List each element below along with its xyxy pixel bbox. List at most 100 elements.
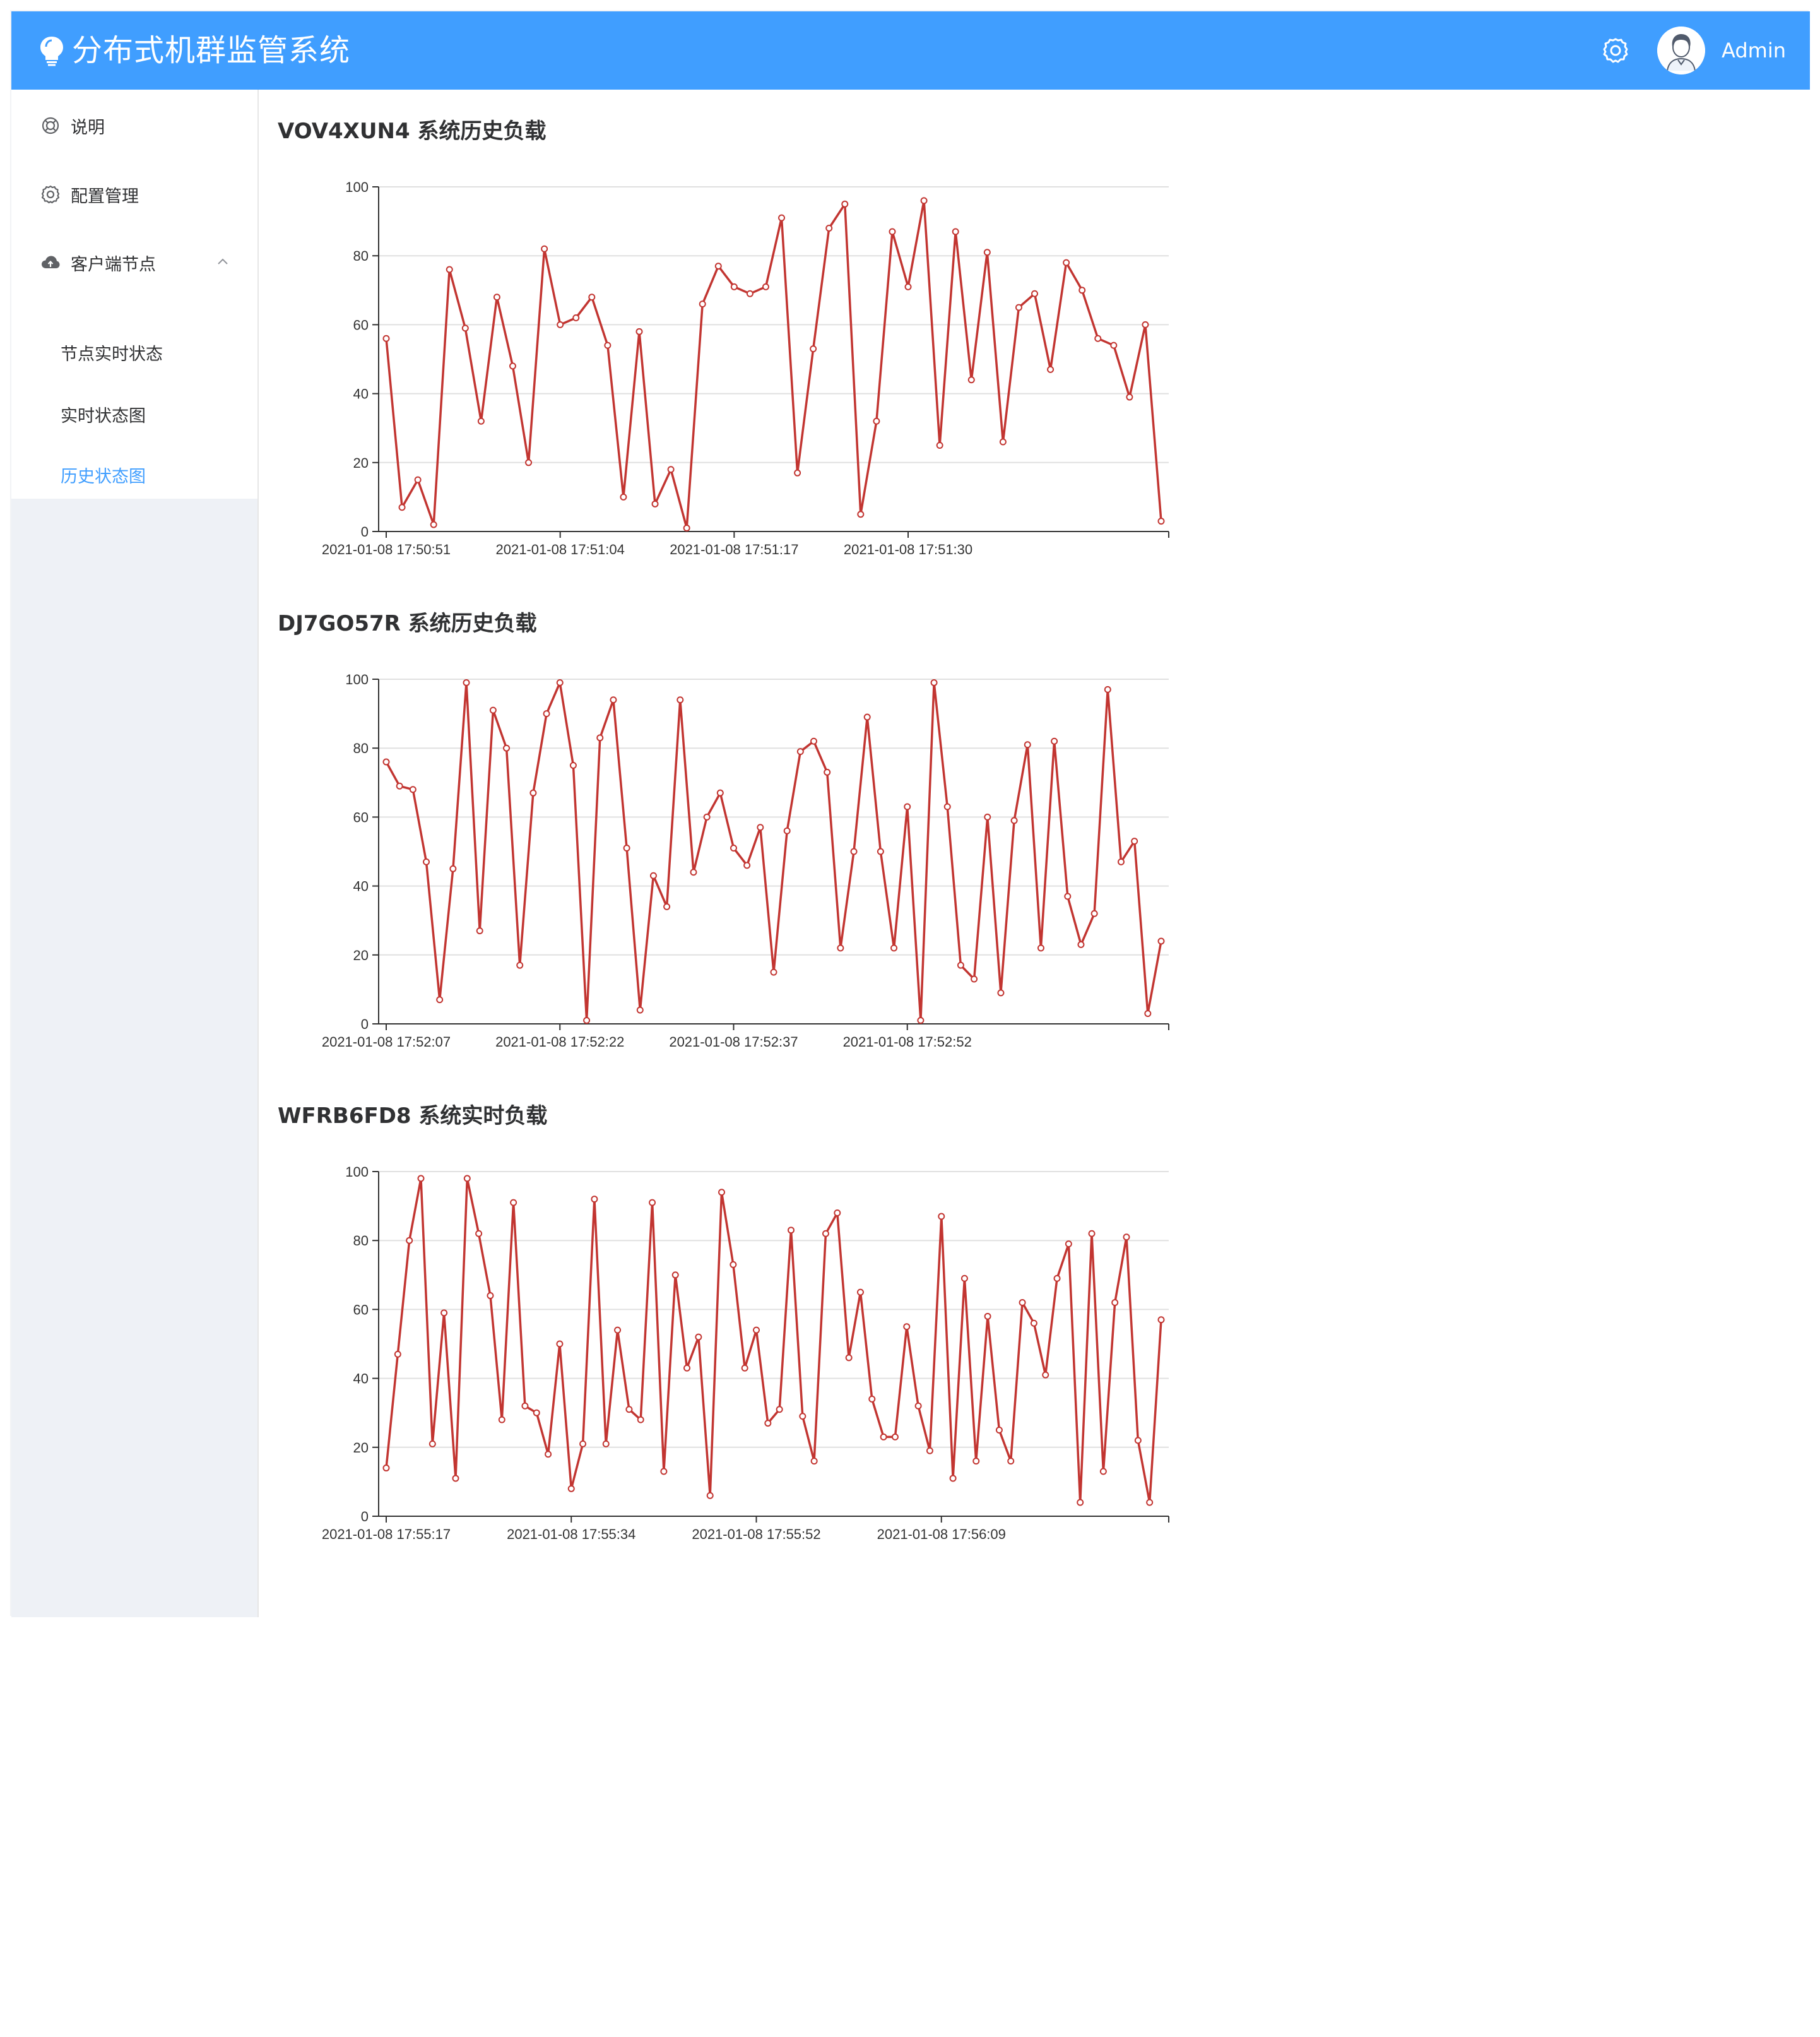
user-avatar[interactable] — [1657, 27, 1706, 74]
data-point — [452, 1475, 459, 1482]
data-point — [394, 1350, 401, 1358]
data-point — [952, 228, 959, 235]
data-point — [753, 1326, 760, 1334]
data-point — [503, 744, 511, 752]
data-point — [477, 417, 485, 425]
data-point — [649, 872, 657, 879]
sidebar-subitem-node-realtime-status[interactable]: 节点实时状态 — [11, 324, 257, 385]
data-point — [1042, 1371, 1049, 1379]
sidebar-item-client-nodes[interactable]: 客户端节点 — [11, 229, 257, 297]
sidebar-menu: 说明 配置管理 客户端节点 节点实时状态 实时状态图 历史状态图 — [11, 90, 257, 499]
data-point — [572, 314, 580, 321]
data-point — [845, 1354, 853, 1362]
data-point — [873, 417, 880, 425]
data-point — [960, 1274, 968, 1282]
gear-icon — [41, 185, 60, 204]
data-point — [743, 862, 751, 869]
y-tick-label: 60 — [353, 809, 369, 825]
data-point — [1053, 1274, 1061, 1282]
data-point — [588, 294, 596, 301]
x-tick-label: 2021-01-08 17:51:30 — [844, 542, 972, 557]
data-point — [997, 989, 1005, 997]
data-point — [810, 737, 818, 745]
data-point — [614, 1326, 622, 1334]
data-point — [1110, 341, 1118, 349]
sidebar-item-help[interactable]: 说明 — [11, 92, 257, 160]
sidebar-item-config[interactable]: 配置管理 — [11, 160, 257, 229]
data-point — [999, 438, 1007, 446]
data-point — [824, 768, 831, 776]
y-tick-label: 100 — [345, 672, 369, 687]
data-point — [446, 266, 453, 273]
data-point — [1146, 1499, 1154, 1506]
sidebar-subitem-realtime-chart[interactable]: 实时状态图 — [11, 386, 257, 447]
data-point — [1064, 893, 1072, 900]
data-point — [889, 228, 896, 235]
y-tick-label: 40 — [353, 386, 369, 402]
data-point — [579, 1440, 587, 1447]
data-point — [834, 1209, 841, 1217]
data-point — [498, 1416, 505, 1423]
data-point — [787, 1226, 795, 1234]
gear-icon[interactable] — [1602, 37, 1629, 64]
data-point — [856, 1288, 864, 1296]
data-point — [863, 713, 871, 721]
data-point — [943, 803, 951, 811]
data-point — [776, 1406, 783, 1413]
data-point — [396, 782, 403, 790]
data-point — [610, 696, 617, 704]
data-point — [417, 1175, 425, 1182]
data-point — [1047, 365, 1055, 373]
data-point — [487, 1292, 494, 1300]
data-point — [914, 1402, 922, 1410]
x-tick-label: 2021-01-08 17:55:34 — [507, 1526, 635, 1542]
app-title: 分布式机群监管系统 — [72, 33, 351, 68]
data-point — [1078, 287, 1086, 294]
y-tick-label: 20 — [353, 1440, 369, 1456]
data-point — [1104, 686, 1111, 693]
data-point — [516, 961, 524, 969]
data-point — [825, 225, 833, 232]
data-point — [489, 706, 497, 714]
data-point — [463, 679, 470, 686]
cloud-icon — [42, 256, 60, 268]
lightbulb-icon — [40, 37, 63, 66]
data-point — [1031, 290, 1039, 297]
data-point — [525, 459, 533, 466]
data-point — [971, 975, 978, 983]
chevron-up-icon — [218, 258, 228, 264]
data-point — [967, 376, 975, 384]
data-point — [449, 865, 457, 872]
y-tick-label: 20 — [353, 947, 369, 963]
series-line — [385, 199, 1162, 530]
data-point — [406, 1237, 413, 1244]
data-point — [533, 1409, 540, 1416]
data-point — [890, 944, 898, 952]
data-point — [764, 1420, 772, 1427]
data-point — [567, 1485, 575, 1492]
data-point — [677, 696, 684, 704]
x-tick-label: 2021-01-08 17:51:17 — [670, 542, 798, 557]
data-point — [880, 1433, 887, 1440]
data-point — [602, 1440, 610, 1447]
data-point — [463, 1175, 471, 1182]
y-tick-label: 0 — [361, 524, 369, 540]
data-point — [706, 1492, 714, 1499]
data-point — [730, 1261, 737, 1268]
line-chart: 0 20 40 60 80 100 2021-01-08 17:55:17 2021-01-0… — [322, 1164, 1169, 1542]
y-tick-label: 100 — [345, 1164, 369, 1180]
data-point — [1157, 1316, 1165, 1324]
data-point — [476, 927, 483, 935]
x-tick-label: 2021-01-08 17:55:17 — [322, 1526, 451, 1542]
data-point — [920, 197, 928, 205]
data-point — [995, 1427, 1003, 1434]
data-point — [660, 1468, 668, 1475]
data-point — [649, 1199, 656, 1206]
data-point — [695, 1333, 702, 1341]
data-point — [636, 1006, 644, 1014]
y-tick-label: 0 — [361, 1016, 369, 1032]
data-point — [1063, 259, 1070, 266]
sidebar-subitem-history-chart[interactable]: 历史状态图 — [11, 447, 257, 508]
data-point — [903, 1323, 911, 1331]
user-name[interactable]: Admin — [1722, 39, 1786, 62]
